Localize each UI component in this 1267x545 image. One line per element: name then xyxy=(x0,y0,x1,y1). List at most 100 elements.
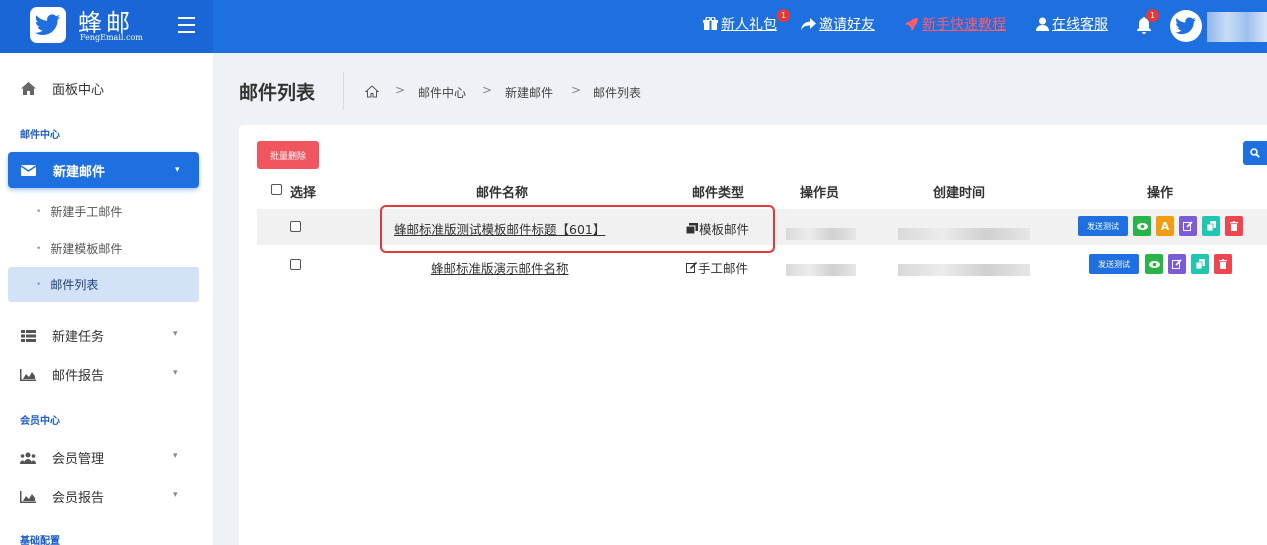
top-bar: 蜂邮 FengEmail.com 新人礼包 1 邀请好友 新手快速教程 在线客服… xyxy=(0,0,1267,53)
view-button[interactable] xyxy=(1133,216,1151,236)
caret-down-icon: ▾ xyxy=(173,368,178,378)
sidebar-item-label: 新建邮件 xyxy=(53,164,106,180)
copy-button[interactable] xyxy=(1191,254,1209,274)
send-test-button[interactable]: 发送测试 xyxy=(1089,254,1139,274)
sidebar-item-dashboard[interactable]: 面板中心 xyxy=(20,79,104,98)
service-link[interactable]: 在线客服 xyxy=(1036,14,1108,34)
sidebar-item-label: 面板中心 xyxy=(52,83,105,98)
mail-type-cell: 手工邮件 xyxy=(686,258,748,277)
column-header-name: 邮件名称 xyxy=(476,186,529,201)
bird-logo-icon[interactable] xyxy=(30,7,66,43)
home-icon xyxy=(20,82,36,95)
row-checkbox[interactable] xyxy=(290,221,301,232)
eye-icon xyxy=(1136,222,1148,230)
sidebar-item-member-report[interactable]: 会员报告 xyxy=(20,487,104,506)
breadcrumb-home-icon[interactable] xyxy=(364,83,380,102)
sidebar-item-label: 会员管理 xyxy=(52,452,105,467)
row-checkbox[interactable] xyxy=(290,259,301,270)
edit-button[interactable] xyxy=(1179,216,1197,236)
invite-label: 邀请好友 xyxy=(819,17,875,33)
column-header-created: 创建时间 xyxy=(933,186,986,201)
copy-button[interactable] xyxy=(1202,216,1220,236)
caret-down-icon: ▾ xyxy=(175,165,180,175)
eye-icon xyxy=(1148,260,1160,268)
copy-icon xyxy=(1195,259,1205,269)
trash-icon xyxy=(1230,221,1238,231)
edit-icon xyxy=(1172,259,1182,269)
users-icon xyxy=(20,452,36,464)
service-label: 在线客服 xyxy=(1052,17,1108,33)
envelope-icon xyxy=(21,164,36,176)
caret-down-icon: ▾ xyxy=(173,451,178,461)
username-redacted[interactable] xyxy=(1207,12,1267,42)
mail-name-link[interactable]: 蜂邮标准版演示邮件名称 xyxy=(431,258,569,277)
user-icon xyxy=(1036,17,1049,31)
sidebar-item-label: 邮件报告 xyxy=(52,369,105,384)
created-time-redacted xyxy=(898,264,1030,276)
send-test-button[interactable]: 发送测试 xyxy=(1078,216,1128,236)
breadcrumb-mail-list: 邮件列表 xyxy=(593,86,642,100)
select-all-checkbox[interactable] xyxy=(271,184,282,195)
sidebar-item-new-mail[interactable]: 新建邮件 ▾ xyxy=(8,152,199,188)
search-icon xyxy=(1250,148,1260,158)
sidebar-item-new-task[interactable]: 新建任务 xyxy=(20,326,104,345)
gift-link[interactable]: 新人礼包 xyxy=(703,14,777,34)
delete-button[interactable] xyxy=(1225,216,1243,236)
view-button[interactable] xyxy=(1145,254,1163,274)
trash-icon xyxy=(1219,259,1227,269)
sidebar-sub-manual-mail[interactable]: • 新建手工邮件 xyxy=(36,203,122,220)
gift-label: 新人礼包 xyxy=(721,17,777,33)
sidebar-item-member-manage[interactable]: 会员管理 xyxy=(20,448,104,467)
copy-icon xyxy=(1206,221,1216,231)
column-header-actions: 操作 xyxy=(1147,186,1174,201)
column-header-operator: 操作员 xyxy=(800,186,840,201)
page-title: 邮件列表 xyxy=(239,82,316,104)
caret-down-icon: ▾ xyxy=(173,490,178,500)
caret-down-icon: ▾ xyxy=(173,329,178,339)
column-header-select: 选择 xyxy=(290,186,317,201)
invite-link[interactable]: 邀请好友 xyxy=(801,14,875,34)
menu-toggle-icon[interactable] xyxy=(178,17,195,33)
highlight-box xyxy=(380,205,775,253)
column-header-type: 邮件类型 xyxy=(692,186,745,201)
gift-badge: 1 xyxy=(777,9,790,22)
breadcrumb-mail-center[interactable]: 邮件中心 xyxy=(418,84,466,101)
breadcrumb-new-mail[interactable]: 新建邮件 xyxy=(505,84,553,101)
sidebar-item-label: 新建任务 xyxy=(52,330,105,345)
list-icon xyxy=(20,329,36,342)
sidebar-sub-template-mail[interactable]: • 新建模板邮件 xyxy=(36,240,122,257)
batch-delete-button[interactable]: 批量删除 xyxy=(257,141,319,169)
created-time-redacted xyxy=(898,228,1030,240)
edit-icon xyxy=(1183,221,1193,231)
logo-area: 蜂邮 FengEmail.com xyxy=(0,0,213,53)
section-basic-config: 基础配置 xyxy=(20,536,60,545)
sidebar-sub-label: 新建模板邮件 xyxy=(50,242,123,256)
sidebar-item-mail-report[interactable]: 邮件报告 xyxy=(20,365,104,384)
brand-subtitle: FengEmail.com xyxy=(80,33,143,42)
sidebar-item-label: 会员报告 xyxy=(52,491,105,506)
bell-badge: 1 xyxy=(1146,9,1159,22)
share-icon xyxy=(801,17,816,30)
tutorial-link[interactable]: 新手快速教程 xyxy=(904,14,1006,34)
operator-redacted xyxy=(786,228,856,240)
mail-list-card xyxy=(239,125,1267,545)
edit-icon xyxy=(686,262,697,273)
style-a-button[interactable]: A xyxy=(1156,216,1174,236)
header-divider xyxy=(343,72,344,110)
breadcrumb-separator: > xyxy=(482,83,493,97)
delete-button[interactable] xyxy=(1214,254,1232,274)
mail-type-label: 手工邮件 xyxy=(698,261,749,276)
gift-icon xyxy=(703,17,718,30)
area-chart-icon xyxy=(20,368,36,381)
sidebar-sub-mail-list[interactable]: • 邮件列表 xyxy=(8,267,199,302)
section-member-center: 会员中心 xyxy=(20,416,60,427)
search-button[interactable] xyxy=(1243,141,1267,165)
avatar[interactable] xyxy=(1170,10,1202,42)
operator-redacted xyxy=(786,264,856,276)
rocket-icon xyxy=(905,17,918,31)
sidebar-sub-label: 邮件列表 xyxy=(50,278,99,292)
sidebar: 面板中心 邮件中心 新建邮件 ▾ • 新建手工邮件 • 新建模板邮件 • 邮件列表 新… xyxy=(0,53,213,545)
section-mail-center: 邮件中心 xyxy=(20,130,60,141)
sidebar-sub-label: 新建手工邮件 xyxy=(50,205,123,219)
edit-button[interactable] xyxy=(1168,254,1186,274)
